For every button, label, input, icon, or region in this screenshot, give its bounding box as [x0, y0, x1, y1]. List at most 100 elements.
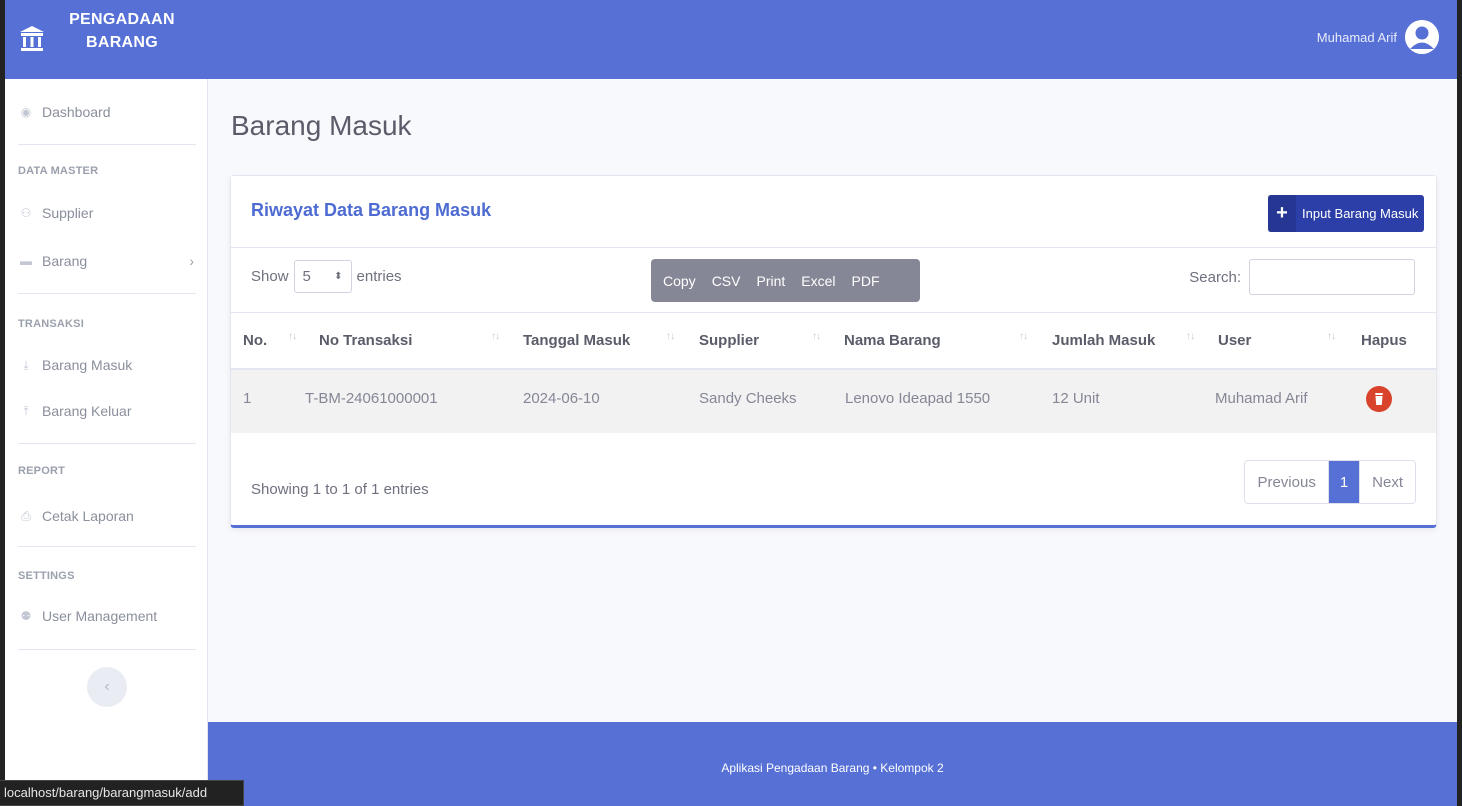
- footer: Aplikasi Pengadaan Barang • Kelompok 2: [208, 722, 1457, 806]
- table-info: Showing 1 to 1 of 1 entries: [251, 481, 429, 498]
- sidebar-item-user-management[interactable]: ⚉ User Management: [5, 598, 208, 634]
- cell-no-transaksi: T-BM-24061000001: [305, 390, 438, 407]
- column-header-jumlah-masuk[interactable]: Jumlah Masuk: [1052, 332, 1155, 349]
- column-header-no[interactable]: No.: [243, 332, 267, 349]
- sidebar-item-label: User Management: [42, 608, 158, 624]
- sidebar-heading-master: DATA MASTER: [18, 165, 99, 177]
- cell-user: Muhamad Arif: [1215, 390, 1308, 407]
- sidebar: ◉ Dashboard DATA MASTER ⚇ Supplier ▬ Bar…: [5, 79, 208, 806]
- cell-no: 1: [243, 390, 252, 407]
- show-label: Show: [251, 268, 289, 285]
- user-plus-icon: ⚉: [20, 609, 32, 623]
- sidebar-item-barang-masuk[interactable]: ⤓ Barang Masuk: [5, 347, 208, 383]
- column-header-hapus: Hapus: [1361, 332, 1407, 349]
- sort-icon: ↑↓: [1327, 331, 1336, 342]
- column-header-nama-barang[interactable]: Nama Barang: [844, 332, 941, 349]
- user-avatar-icon: [1405, 20, 1439, 54]
- download-icon: ⤓: [23, 358, 29, 372]
- cell-jumlah: 12 Unit: [1052, 390, 1100, 407]
- sidebar-item-barang[interactable]: ▬ Barang ›: [5, 243, 208, 279]
- sidebar-heading-settings: SETTINGS: [18, 570, 75, 582]
- cell-supplier: Sandy Cheeks: [699, 390, 797, 407]
- card-header: Riwayat Data Barang Masuk + Input Barang…: [231, 176, 1436, 248]
- sidebar-divider: [18, 443, 196, 444]
- copy-button[interactable]: Copy: [655, 273, 704, 289]
- sidebar-item-dashboard[interactable]: ◉ Dashboard: [5, 94, 208, 130]
- entries-label: entries: [356, 268, 402, 285]
- brand-line2: BARANG: [85, 34, 159, 51]
- excel-button[interactable]: Excel: [793, 273, 843, 289]
- sort-icon: ↑↓: [1019, 331, 1028, 342]
- export-button-group: Copy CSV Print Excel PDF: [651, 259, 920, 302]
- sidebar-item-supplier[interactable]: ⚇ Supplier: [5, 195, 208, 231]
- user-name: Muhamad Arif: [1316, 29, 1397, 45]
- page-length-control: Show 5 ⬍ entries: [251, 260, 402, 293]
- dashboard-icon: ◉: [20, 105, 32, 119]
- cell-tanggal: 2024-06-10: [523, 390, 600, 407]
- page-length-select[interactable]: 5 ⬍: [293, 260, 352, 293]
- column-header-user[interactable]: User: [1218, 332, 1251, 349]
- browser-status-bar: localhost/barang/barangmasuk/add: [0, 780, 244, 806]
- brand-name: PENGADAAN BARANG: [62, 8, 182, 54]
- page-1-button[interactable]: 1: [1327, 461, 1360, 503]
- sidebar-item-label: Cetak Laporan: [42, 508, 134, 524]
- card-title: Riwayat Data Barang Masuk: [251, 200, 492, 220]
- upload-icon: ⤒: [23, 404, 29, 418]
- brand[interactable]: PENGADAAN BARANG: [5, 0, 205, 79]
- trash-icon: [1375, 393, 1383, 405]
- sidebar-item-cetak-laporan[interactable]: ⎙ Cetak Laporan: [5, 498, 208, 534]
- sidebar-heading-report: REPORT: [18, 465, 66, 477]
- pdf-button[interactable]: PDF: [844, 273, 888, 289]
- users-icon: ⚇: [20, 206, 32, 220]
- avatar: [1405, 20, 1439, 54]
- delete-button[interactable]: [1366, 386, 1392, 412]
- sidebar-divider: [18, 293, 196, 294]
- pagination: Previous 1 Next: [1244, 460, 1416, 504]
- sort-select-icon: ⬍: [334, 271, 343, 282]
- search-input[interactable]: [1249, 259, 1415, 295]
- footer-text: Aplikasi Pengadaan Barang • Kelompok 2: [721, 761, 944, 775]
- table-row: 1 T-BM-24061000001 2024-06-10 Sandy Chee…: [231, 370, 1436, 433]
- user-menu[interactable]: Muhamad Arif: [1317, 20, 1439, 54]
- sidebar-item-barang-keluar[interactable]: ⤒ Barang Keluar: [5, 393, 208, 429]
- data-card: Riwayat Data Barang Masuk + Input Barang…: [230, 175, 1437, 528]
- plus-icon: +: [1268, 195, 1296, 232]
- input-barang-masuk-button[interactable]: + Input Barang Masuk: [1268, 195, 1424, 232]
- sidebar-heading-transaksi: TRANSAKSI: [18, 318, 84, 330]
- app-window: PENGADAAN BARANG Muhamad Arif ◉ Dashboar…: [5, 0, 1457, 806]
- topbar: PENGADAAN BARANG Muhamad Arif: [5, 0, 1457, 79]
- sort-icon: ↑↓: [491, 331, 500, 342]
- sidebar-item-label: Dashboard: [42, 104, 111, 120]
- sidebar-item-label: Barang: [42, 253, 88, 269]
- column-header-no-transaksi[interactable]: No Transaksi: [319, 332, 412, 349]
- next-page-button[interactable]: Next: [1359, 461, 1415, 503]
- chevron-left-icon: ‹: [104, 678, 110, 695]
- column-header-supplier[interactable]: Supplier: [699, 332, 759, 349]
- page-title: Barang Masuk: [231, 110, 412, 141]
- cell-nama-barang: Lenovo Ideapad 1550: [845, 390, 991, 407]
- sort-icon: ↑↓: [1186, 331, 1195, 342]
- input-button-label: Input Barang Masuk: [1302, 206, 1419, 221]
- sort-icon: ↑↓: [288, 331, 297, 342]
- table-header: No. ↑↓ No Transaksi ↑↓ Tanggal Masuk ↑↓ …: [231, 312, 1436, 370]
- brand-line1: PENGADAAN: [69, 11, 175, 28]
- print-button[interactable]: Print: [748, 273, 793, 289]
- sidebar-item-label: Supplier: [42, 205, 94, 221]
- sidebar-item-label: Barang Keluar: [42, 403, 132, 419]
- sidebar-toggle-button[interactable]: ‹: [87, 667, 127, 707]
- sort-icon: ↑↓: [666, 331, 675, 342]
- sort-icon: ↑↓: [812, 331, 821, 342]
- page-length-value: 5: [302, 268, 311, 285]
- folder-icon: ▬: [20, 254, 32, 268]
- csv-button[interactable]: CSV: [704, 273, 749, 289]
- sidebar-divider: [18, 546, 196, 547]
- previous-page-button[interactable]: Previous: [1245, 461, 1328, 503]
- print-icon: ⎙: [21, 509, 31, 523]
- sidebar-divider: [18, 144, 196, 145]
- bank-icon: [20, 26, 44, 51]
- chevron-right-icon: ›: [189, 253, 194, 269]
- search-label: Search:: [1189, 269, 1241, 286]
- sidebar-divider: [18, 649, 196, 650]
- column-header-tanggal-masuk[interactable]: Tanggal Masuk: [523, 332, 630, 349]
- sidebar-item-label: Barang Masuk: [42, 357, 133, 373]
